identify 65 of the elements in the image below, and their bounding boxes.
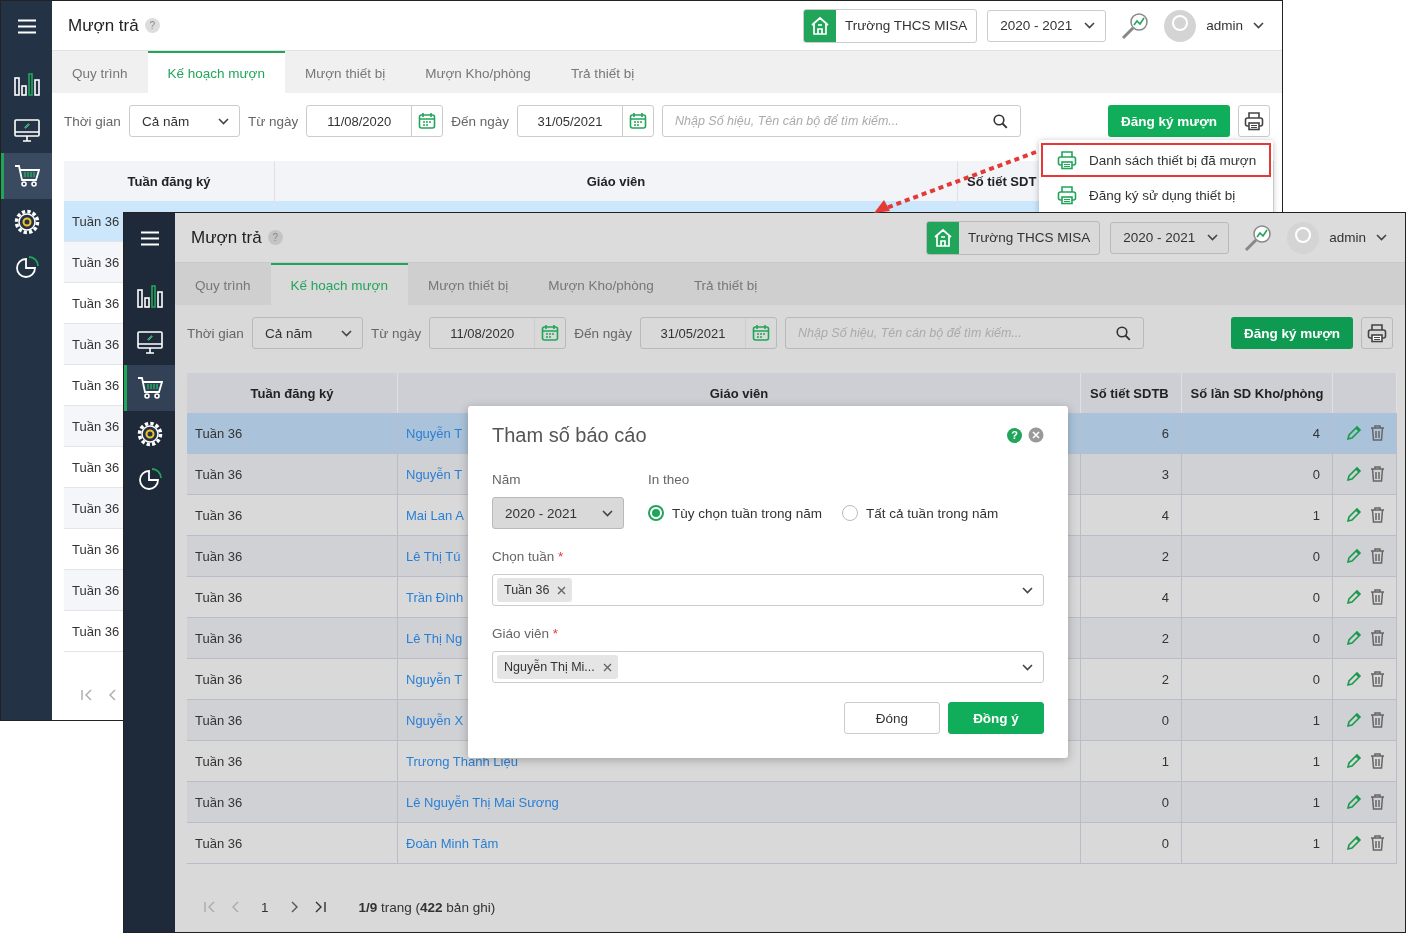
table-cell: Tuần 36 xyxy=(72,254,120,270)
column-header: Tuần đăng ký xyxy=(250,385,334,401)
table-cell: 6 xyxy=(1161,425,1169,441)
table-cell: Tuần 36 xyxy=(195,794,243,810)
table-cell: Tuần 36 xyxy=(72,582,120,598)
table-cell: 4 xyxy=(1161,507,1169,523)
field-label: In theo xyxy=(648,472,691,489)
table-cell: 1 xyxy=(1312,835,1320,851)
page-info: 1/9 trang (422 bản ghi) xyxy=(358,899,496,915)
table-cell: 1 xyxy=(1312,794,1320,810)
table-cell: 0 xyxy=(1312,466,1320,482)
table-cell: Tuần 36 xyxy=(72,377,120,393)
table-cell: 4 xyxy=(1312,425,1320,441)
table-cell: Tuần 36 xyxy=(72,500,120,516)
column-header: Số tiết SDT xyxy=(967,173,1037,189)
table-cell: Tuần 36 xyxy=(195,630,243,646)
table-cell: 0 xyxy=(1312,630,1320,646)
table-cell: Tuần 36 xyxy=(195,712,243,728)
table-cell: Tuần 36 xyxy=(195,548,243,564)
table-cell: Tuần 36 xyxy=(72,459,120,475)
table-cell: 0 xyxy=(1161,794,1169,810)
table-cell: Tuần 36 xyxy=(72,418,120,434)
page-title: Mượn trả xyxy=(68,15,139,36)
table-cell: Tuần 36 xyxy=(72,295,120,311)
table-cell: 0 xyxy=(1312,589,1320,605)
table-cell: Tuần 36 xyxy=(72,213,120,229)
field-label: Giáo viên * xyxy=(492,626,560,643)
table-cell: 0 xyxy=(1312,671,1320,687)
table-cell: 3 xyxy=(1161,466,1169,482)
table-cell: 1 xyxy=(1312,753,1320,769)
table-cell: 2 xyxy=(1161,671,1169,687)
table-cell: Tuần 36 xyxy=(72,336,120,352)
table-cell: 0 xyxy=(1161,712,1169,728)
column-header: Số lần SD Kho/phòng xyxy=(1190,385,1324,401)
table-cell: 1 xyxy=(1161,753,1169,769)
table-cell: Tuần 36 xyxy=(195,589,243,605)
table-cell: 2 xyxy=(1161,630,1169,646)
table-cell: 1 xyxy=(1312,507,1320,523)
filter-label: Thời gian xyxy=(187,324,244,343)
table-cell: Tuần 36 xyxy=(72,623,120,639)
table-cell: Tuần 36 xyxy=(195,835,243,851)
dialog-title: Tham số báo cáo xyxy=(492,423,647,447)
table-cell: Tuần 36 xyxy=(195,671,243,687)
field-label: Chọn tuần * xyxy=(492,549,565,566)
table-cell: Tuần 36 xyxy=(195,507,243,523)
table-cell: 2 xyxy=(1161,548,1169,564)
table-cell: 0 xyxy=(1312,548,1320,564)
filter-label: Đến ngày xyxy=(574,324,632,343)
filter-label: Từ ngày xyxy=(247,112,299,131)
column-header: Giáo viên xyxy=(709,385,769,401)
table-cell: Tuần 36 xyxy=(195,466,243,482)
column-header: Số tiết SDTB xyxy=(1090,385,1169,401)
filter-label: Từ ngày xyxy=(370,324,422,343)
table-cell: Tuần 36 xyxy=(195,753,243,769)
table-cell: Tuần 36 xyxy=(72,541,120,557)
table-cell: Tuần 36 xyxy=(195,425,243,441)
field-label: Năm xyxy=(492,472,522,489)
page-title: Mượn trả xyxy=(191,227,262,248)
table-cell: 0 xyxy=(1161,835,1169,851)
filter-label: Thời gian xyxy=(64,112,121,131)
table-cell: 4 xyxy=(1161,589,1169,605)
column-header: Tuần đăng ký xyxy=(127,173,211,189)
table-cell: 1 xyxy=(1312,712,1320,728)
filter-label: Đến ngày xyxy=(451,112,509,131)
column-header: Giáo viên xyxy=(586,173,646,189)
